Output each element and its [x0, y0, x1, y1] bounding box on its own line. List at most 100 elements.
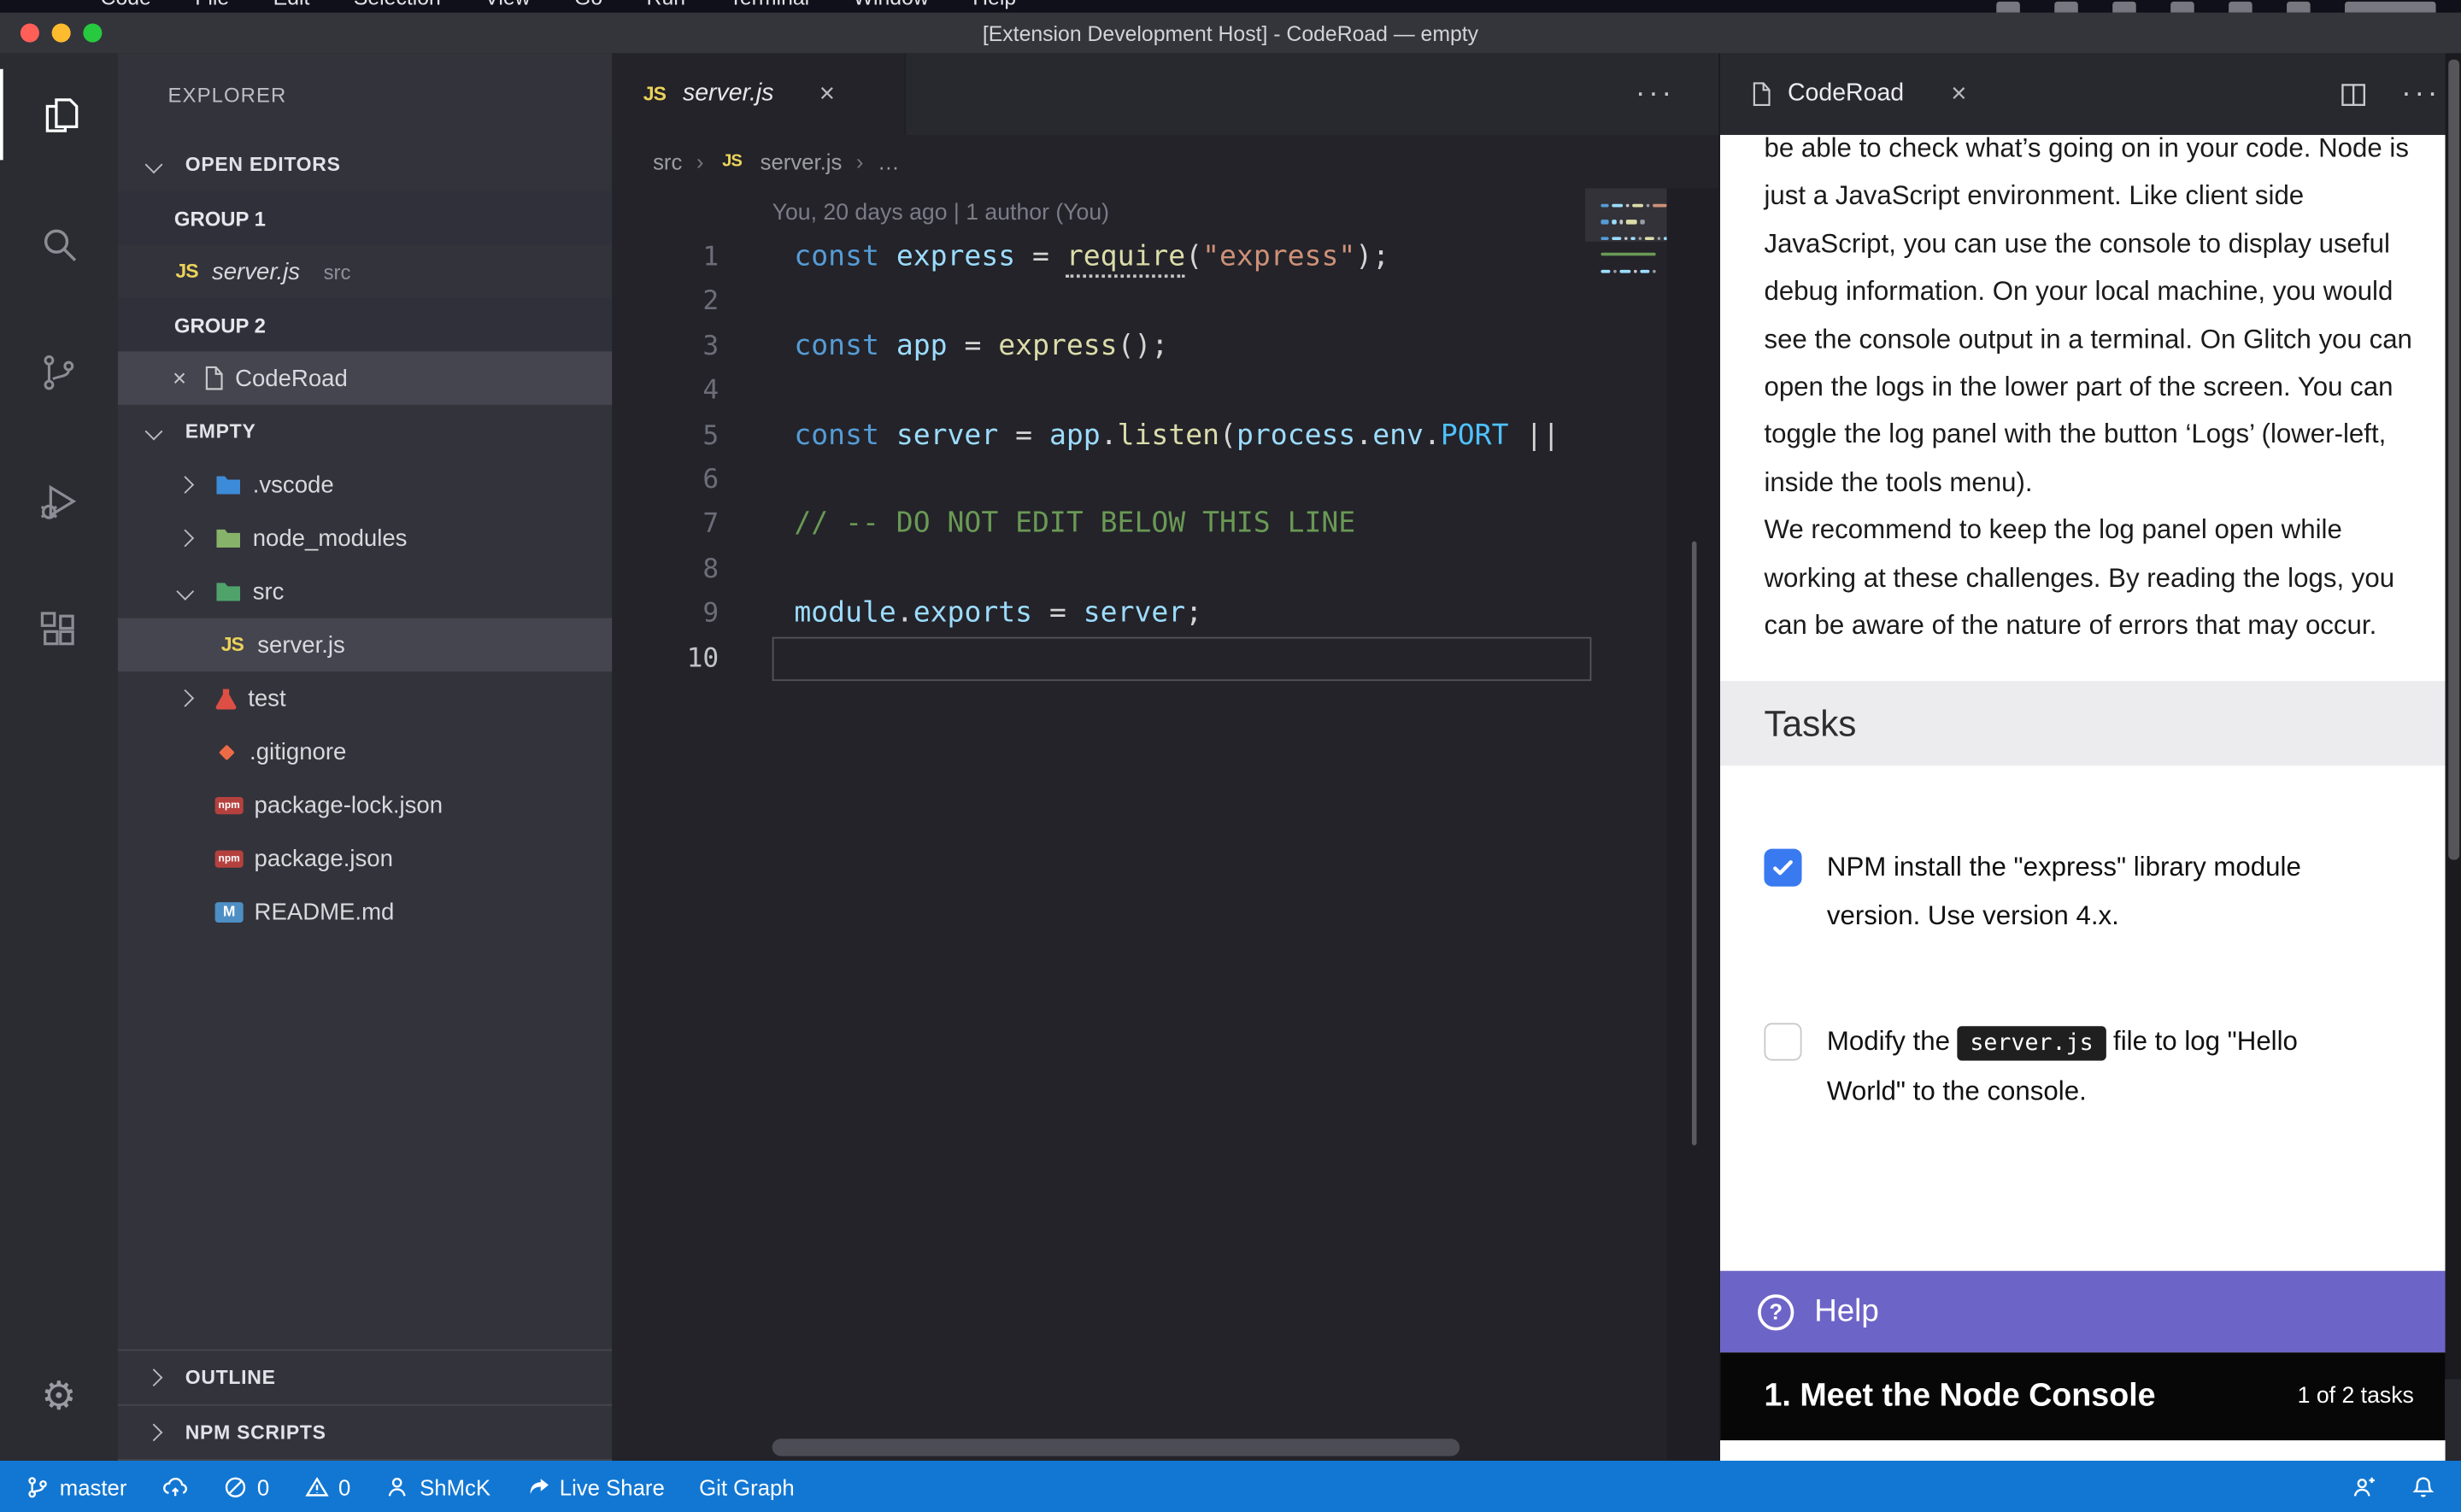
code-line-9[interactable]: 9module.exports = server; — [612, 592, 1718, 636]
breadcrumb-folder[interactable]: src — [653, 149, 682, 173]
statusbar-warnings[interactable]: 0 — [304, 1461, 351, 1512]
code-lines: You, 20 days ago | 1 author (You)1const … — [612, 188, 1718, 681]
menu-help[interactable]: Help — [972, 0, 1016, 9]
lesson-text: be able to check what’s going on in your… — [1764, 135, 2420, 650]
menu-view[interactable]: View — [485, 0, 530, 9]
tree-item-label: src — [253, 578, 285, 605]
section-label: NPM SCRIPTS — [185, 1421, 326, 1444]
close-editor-icon[interactable]: × — [173, 365, 186, 391]
task-list: NPM install the "express" library module… — [1764, 845, 2420, 1116]
tree-item-test[interactable]: test — [118, 671, 613, 724]
coderoad-panel: CodeRoad × ··· be able to check what’s g… — [1718, 53, 2461, 1461]
menu-window[interactable]: Window — [854, 0, 929, 9]
statusbar-label: master — [60, 1474, 127, 1499]
chevron-down-icon — [144, 423, 162, 441]
statusbar-branch[interactable]: master — [25, 1461, 126, 1512]
webview-scrollbar[interactable] — [2446, 53, 2461, 1379]
line-number: 6 — [612, 458, 741, 502]
tree-item-src[interactable]: src — [118, 565, 613, 618]
activitybar-run-and-debug[interactable] — [0, 455, 118, 547]
code-line-6[interactable]: 6 — [612, 458, 1718, 502]
split-editor-icon[interactable] — [2341, 81, 2367, 108]
open-editor-server-js[interactable]: JSserver.jssrc — [118, 245, 613, 298]
activitybar-explorer[interactable] — [0, 69, 120, 161]
lesson-footer[interactable]: 1. Meet the Node Console 1 of 2 tasks — [1720, 1352, 2446, 1440]
task-text: NPM install the "express" library module… — [1827, 845, 2380, 941]
activitybar-source-control[interactable] — [0, 326, 118, 418]
code-line-8[interactable]: 8 — [612, 548, 1718, 592]
open-editors-label: OPEN EDITORS — [185, 154, 341, 176]
zoom-window-button[interactable] — [83, 24, 102, 43]
explorer-sidebar: EXPLORER OPEN EDITORSGROUP 1JSserver.jss… — [118, 53, 614, 1461]
coderoad-more-actions-button[interactable]: ··· — [2401, 77, 2440, 111]
statusbar-live-share[interactable]: Live Share — [525, 1461, 664, 1512]
menu-edit[interactable]: Edit — [273, 0, 310, 9]
menu-go[interactable]: Go — [574, 0, 602, 9]
webview-scrollbar-thumb[interactable] — [2448, 60, 2459, 860]
open-editor-coderoad[interactable]: ×CodeRoad — [118, 351, 613, 404]
close-window-button[interactable] — [21, 24, 39, 43]
breadcrumb-file[interactable]: server.js — [761, 149, 843, 173]
menubar-status-icon — [2287, 2, 2311, 13]
code-line-3[interactable]: 3const app = express(); — [612, 325, 1718, 369]
cloud-upload-icon — [162, 1474, 188, 1499]
statusbar-feedback[interactable] — [2351, 1461, 2376, 1512]
chevron-right-icon — [175, 476, 193, 494]
tree-item-package-json[interactable]: npmpackage.json — [118, 831, 613, 884]
minimize-window-button[interactable] — [52, 24, 71, 43]
breadcrumb-more[interactable]: … — [878, 149, 900, 173]
menu-terminal[interactable]: Terminal — [729, 0, 809, 9]
editor-horizontal-scrollbar[interactable] — [772, 1439, 1460, 1456]
menu-code[interactable]: Code — [101, 0, 151, 9]
breadcrumb[interactable]: src › JS server.js › … — [612, 135, 1718, 188]
tree-item-readme-md[interactable]: MREADME.md — [118, 885, 613, 938]
editor-more-actions-button[interactable]: ··· — [1636, 53, 1675, 135]
statusbar-errors[interactable]: 0 — [222, 1461, 269, 1512]
close-coderoad-tab-icon[interactable]: × — [1951, 79, 1966, 110]
menu-file[interactable]: File — [195, 0, 229, 9]
menu-run[interactable]: Run — [647, 0, 685, 9]
statusbar-git-graph[interactable]: Git Graph — [699, 1461, 794, 1512]
menu-selection[interactable]: Selection — [354, 0, 441, 9]
tree-item-label: .gitignore — [250, 738, 346, 765]
code-line-1[interactable]: 1const express = require("express"); — [612, 236, 1718, 280]
code-editor[interactable]: You, 20 days ago | 1 author (You)1const … — [612, 188, 1718, 1461]
code-line-5[interactable]: 5const server = app.listen(process.env.P… — [612, 413, 1718, 458]
menubar-status-icons — [1996, 2, 2435, 13]
chevron-right-icon — [175, 689, 193, 707]
task-checkbox[interactable] — [1764, 1023, 1801, 1061]
window-titlebar[interactable]: [Extension Development Host] - CodeRoad … — [0, 13, 2461, 54]
code-line-7[interactable]: 7// -- DO NOT EDIT BELOW THIS LINE — [612, 502, 1718, 547]
js-file-icon: JS — [640, 80, 668, 108]
editor-vertical-scrollbar[interactable] — [1692, 542, 1697, 1146]
macos-menubar: Code File Edit Selection View Go Run Terminal Wi… — [0, 0, 2461, 13]
workspace-root-header[interactable]: EMPTY — [118, 405, 613, 458]
tree-item-node-modules[interactable]: node_modules — [118, 512, 613, 565]
open-editors-header[interactable]: OPEN EDITORS — [118, 138, 613, 191]
tree-item-package-lock-json[interactable]: npmpackage-lock.json — [118, 778, 613, 831]
tab-server-js[interactable]: JS server.js × — [612, 53, 905, 135]
task-checkbox[interactable] — [1764, 850, 1801, 888]
section-npm-scripts[interactable]: NPM SCRIPTS — [118, 1406, 613, 1461]
js-file-icon: JS — [173, 257, 201, 285]
task-text: Modify the server.js file to log "Hello … — [1827, 1019, 2380, 1116]
activitybar-extensions[interactable] — [0, 583, 118, 675]
tree-item-label: package.json — [255, 845, 393, 871]
tree-item--vscode[interactable]: .vscode — [118, 458, 613, 511]
activitybar-search[interactable] — [0, 197, 118, 289]
code-line-10[interactable]: 10 — [612, 636, 1718, 681]
minimap[interactable] — [1595, 188, 1666, 392]
settings-gear-icon[interactable]: ⚙ — [0, 1356, 118, 1438]
code-line-2[interactable]: 2 — [612, 280, 1718, 325]
statusbar-notifications[interactable] — [2411, 1461, 2435, 1512]
help-bar[interactable]: ? Help — [1720, 1271, 2446, 1353]
tree-item--gitignore[interactable]: .gitignore — [118, 725, 613, 778]
section-outline[interactable]: OUTLINE — [118, 1351, 613, 1405]
statusbar-publish[interactable] — [162, 1461, 188, 1512]
coderoad-tabbar[interactable]: CodeRoad × ··· — [1720, 53, 2461, 135]
statusbar-account[interactable]: ShMcK — [385, 1461, 490, 1512]
code-line-4[interactable]: 4 — [612, 369, 1718, 413]
outline-section-container: OUTLINE NPM SCRIPTS — [118, 1350, 613, 1461]
tree-item-server-js[interactable]: JSserver.js — [118, 618, 613, 671]
close-tab-icon[interactable]: × — [819, 79, 835, 110]
